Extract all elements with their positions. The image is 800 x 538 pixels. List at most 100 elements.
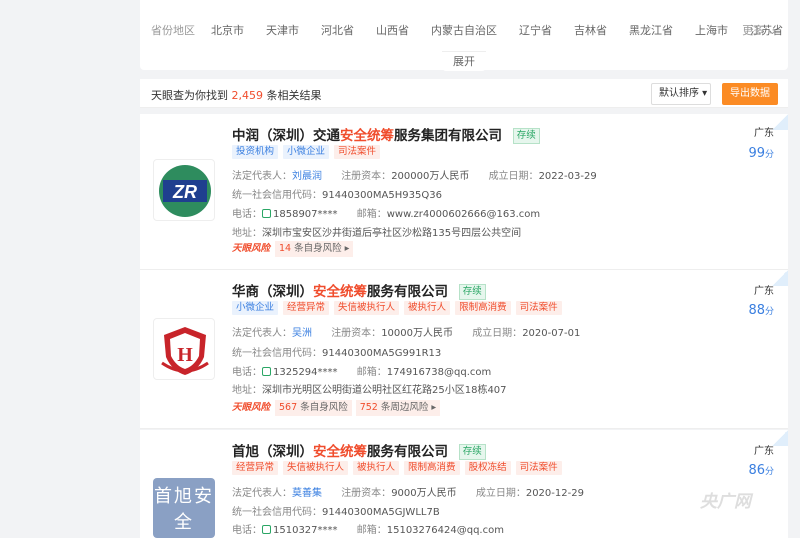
risk-around[interactable]: 752 条周边风险 ▸ [355,400,441,416]
capital-label: 注册资本： [341,488,392,499]
tag: 经营异常 [232,461,279,475]
region-jilin[interactable]: 吉林省 [574,22,607,38]
email-label: 邮箱： [356,525,387,536]
corner-badge-icon [772,114,788,130]
region-row: 省份地区 北京市 天津市 河北省 山西省 内蒙古自治区 辽宁省 吉林省 黑龙江省… [151,22,800,38]
company-card[interactable]: 首旭安全 首旭（深圳）安全统筹服务有限公司 存续 经营异常 失信被执行人 被执行… [140,430,788,538]
company-name-part: 中润（深圳）交通 [232,128,340,144]
legal-label: 法定代表人： [232,171,292,182]
company-name-part: 华商（深圳） [232,284,313,300]
region-neimenggu[interactable]: 内蒙古自治区 [431,22,497,38]
credit-value: 91440300MA5G991R13 [322,348,442,359]
info-row-address: 地址：深圳市光明区公明街道公明社区红花路25小区18栋407 [232,381,507,396]
tag-list: 投资机构 小微企业 司法案件 [232,145,385,159]
legal-rep-link[interactable]: 莫善集 [292,488,322,499]
company-name-part: 服务集团有限公司 [394,128,502,144]
company-name-part: 服务有限公司 [367,444,448,460]
score: 99分 [748,146,774,161]
region-more-button[interactable]: 更多 ⌄ [742,22,777,38]
credit-label: 统一社会信用代码： [232,507,322,518]
region-shanxi[interactable]: 山西省 [376,22,409,38]
region-label: 省份地区 [151,24,195,37]
region-hebei[interactable]: 河北省 [321,22,354,38]
date-label: 成立日期： [475,488,526,499]
tag: 限制高消费 [455,301,511,315]
status-badge: 存续 [512,128,540,144]
info-row-contact: 电话： 1858907**** 邮箱：www.zr4000602666@163.c… [232,205,540,220]
date-label: 成立日期： [472,328,523,339]
sort-dropdown[interactable]: 默认排序 ▾ [651,83,711,105]
phone-icon [262,525,271,534]
region-shanghai[interactable]: 上海市 [695,22,728,38]
email-label: 邮箱： [356,367,387,378]
company-name[interactable]: 首旭（深圳）安全统筹服务有限公司 存续 [232,440,486,460]
region-tianjin[interactable]: 天津市 [266,22,299,38]
result-count: 2,459 [231,89,264,102]
tag: 司法案件 [334,145,381,159]
capital-value: 200000万人民币 [391,171,470,182]
info-row-contact: 电话： 1510327**** 邮箱：15103276424@qq.com [232,521,504,536]
export-button[interactable]: 导出数据 [722,83,778,105]
capital-value: 9000万人民币 [391,488,457,499]
tag: 投资机构 [232,145,279,159]
tag: 司法案件 [515,461,562,475]
email-value[interactable]: www.zr4000602666@163.com [387,209,540,220]
province: 广东 [754,286,774,297]
risk-bar[interactable]: 天眼风险 14 条自身风险 ▸ [232,241,357,257]
result-count-text: 天眼查为你找到 2,459 条相关结果 [151,87,322,103]
capital-label: 注册资本： [331,328,382,339]
email-value[interactable]: 15103276424@qq.com [387,525,504,536]
phone-value[interactable]: 1510327**** [273,525,338,536]
company-name-highlight: 安全统筹 [313,444,367,460]
shield-logo-icon: H [161,327,209,375]
company-card[interactable]: H 华商（深圳）安全统筹服务有限公司 存续 小微企业 经营异常 失信被执行人 被… [140,270,788,429]
region-filter: 省份地区 北京市 天津市 河北省 山西省 内蒙古自治区 辽宁省 吉林省 黑龙江省… [140,0,788,71]
risk-bar[interactable]: 天眼风险 567 条自身风险 752 条周边风险 ▸ [232,400,444,416]
phone-value[interactable]: 1325294**** [273,367,338,378]
legal-rep-link[interactable]: 吴洲 [292,328,312,339]
info-row-contact: 电话： 1325294**** 邮箱：174916738@qq.com [232,363,491,378]
risk-self[interactable]: 14 条自身风险 ▸ [275,241,354,257]
status-badge: 存续 [458,444,486,460]
score: 88分 [748,303,774,318]
company-name[interactable]: 华商（深圳）安全统筹服务有限公司 存续 [232,280,486,300]
tag: 失信被执行人 [334,301,400,315]
credit-value: 91440300MA5GJWLL7B [322,507,440,518]
company-card[interactable]: ZR 中润（深圳）交通安全统筹服务集团有限公司 存续 投资机构 小微企业 司法案… [140,114,788,270]
region-liaoning[interactable]: 辽宁省 [519,22,552,38]
company-name-highlight: 安全统筹 [313,284,367,300]
result-prefix: 天眼查为你找到 [151,89,228,102]
expand-button[interactable]: 展开 [442,51,486,71]
info-row-basic: 法定代表人：莫善集 注册资本：9000万人民币 成立日期：2020-12-29 [232,484,584,499]
region-heilongjiang[interactable]: 黑龙江省 [629,22,673,38]
tag: 失信被执行人 [283,461,349,475]
company-logo: 首旭安全 [153,478,215,538]
tag: 司法案件 [515,301,562,315]
address-label: 地址： [232,385,262,396]
region-beijing[interactable]: 北京市 [211,22,244,38]
address-label: 地址： [232,228,262,239]
company-logo: H [153,318,215,380]
risk-self[interactable]: 567 条自身风险 [275,400,352,416]
company-name[interactable]: 中润（深圳）交通安全统筹服务集团有限公司 存续 [232,124,540,144]
svg-text:H: H [177,344,193,366]
email-value[interactable]: 174916738@qq.com [387,367,492,378]
corner-badge-icon [772,270,788,286]
score: 86分 [748,463,774,478]
tag: 经营异常 [283,301,330,315]
date-label: 成立日期： [488,171,539,182]
province: 广东 [754,128,774,139]
tag: 小微企业 [232,301,279,315]
svg-text:ZR: ZR [172,182,197,202]
risk-title: 天眼风险 [232,402,271,413]
province: 广东 [754,446,774,457]
credit-value: 91440300MA5H935Q36 [322,190,442,201]
date-value: 2020-12-29 [525,488,584,499]
company-name-highlight: 安全统筹 [340,128,394,144]
capital-label: 注册资本： [341,171,392,182]
phone-value[interactable]: 1858907**** [273,209,338,220]
legal-label: 法定代表人： [232,328,292,339]
legal-rep-link[interactable]: 刘晨润 [292,171,322,182]
phone-icon [262,367,271,376]
date-value: 2020-07-01 [522,328,581,339]
